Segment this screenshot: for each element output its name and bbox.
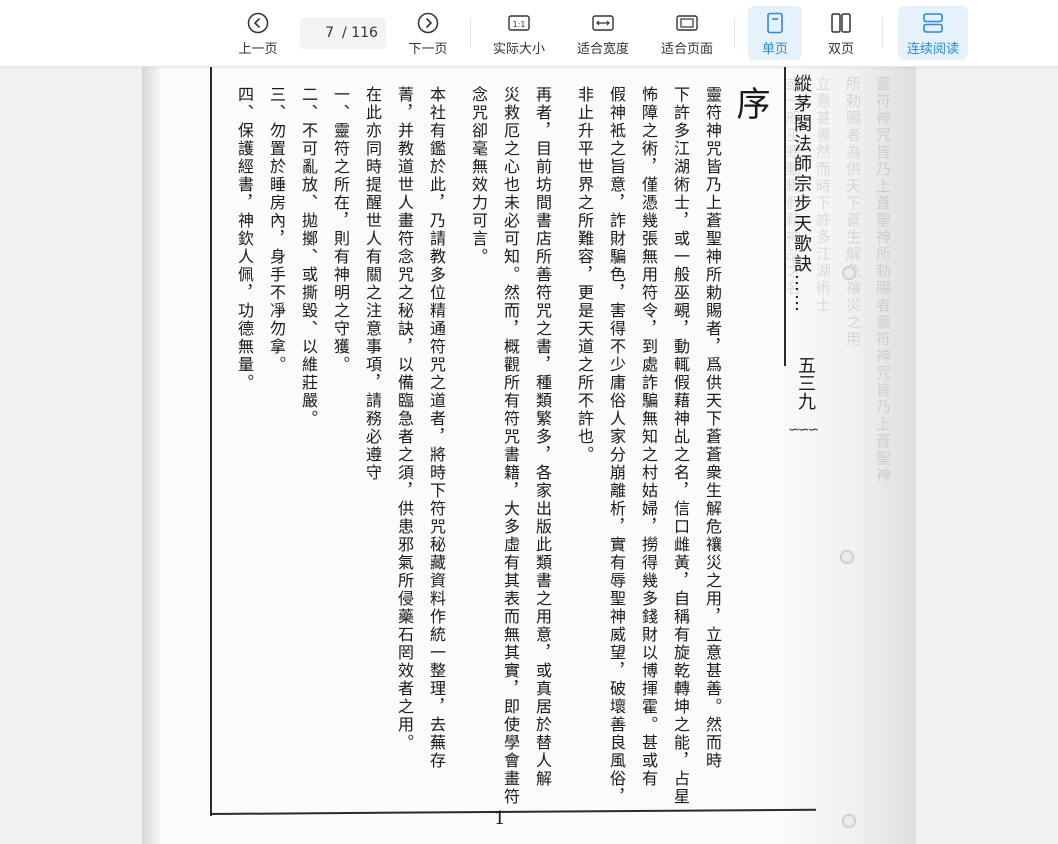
fit-page-label: 适合页面 bbox=[660, 41, 713, 57]
preface-body: 序 靈符神咒皆乃上蒼聖神所勅賜者，爲供天下蒼蒼衆生解危禳災之用，立意甚善。然而時… bbox=[228, 86, 770, 806]
toolbar-divider bbox=[470, 18, 471, 48]
paragraph-line: 本社有鑑於此，乃請教多位精通符咒之道者，將時下符咒秘藏資料作統一整理，去蕪存 bbox=[427, 86, 446, 770]
running-header: 縱茅閣法師宗步天歌訣…… bbox=[788, 74, 814, 314]
paragraph-line: 非止升平世界之所難容，更是天道之所不許也。 bbox=[575, 86, 594, 464]
running-header-dots: …… bbox=[791, 274, 812, 314]
page-frame-bottom bbox=[209, 808, 816, 815]
svg-text:1:1: 1:1 bbox=[513, 20, 526, 29]
document-viewer[interactable]: 靈符神咒皆乃上蒼聖神所勅賜者靈符神咒皆乃上蒼聖神 所勅賜者為供天下蒼生解危禳災之用… bbox=[0, 66, 1058, 844]
continuous-reading-button[interactable]: 连续阅读 bbox=[898, 6, 968, 60]
paragraph-line: 假神袛之旨意，詐財騙色，害得不少庸俗人家分崩離析，實有辱聖神威望，破壞善良風俗， bbox=[607, 86, 626, 806]
running-page-number: 五三九 bbox=[795, 356, 816, 410]
list-item: 二、不可亂放、拋擲、或撕毀、以維莊嚴。 bbox=[299, 86, 318, 428]
reader-toolbar: 上一页 7 / 116 下一页 1:1 实际大小 适合宽度 适合页面 单页 双页… bbox=[0, 0, 1058, 67]
paragraph-line: 災救厄之心也未必可知。然而，概觀所有符咒書籍，大多虛有其表而無其實，即使學會畫符 bbox=[501, 86, 520, 806]
continuous-scroll-icon bbox=[922, 10, 944, 36]
fit-page-button[interactable]: 适合页面 bbox=[652, 6, 722, 60]
fit-page-icon bbox=[676, 10, 698, 36]
actual-size-label: 实际大小 bbox=[492, 41, 545, 57]
punch-hole bbox=[842, 266, 856, 280]
actual-size-icon: 1:1 bbox=[508, 10, 530, 36]
current-page-input[interactable]: 7 bbox=[308, 25, 334, 41]
list-item: 四、保護經書，神欽人佩，功德無量。 bbox=[235, 86, 254, 392]
preface-title: 序 bbox=[730, 86, 770, 120]
punch-hole bbox=[842, 814, 856, 828]
page-edge-shadow bbox=[142, 66, 160, 844]
paragraph-line: 下許多江湖術士，或一般巫覡，動輒假藉神乩之名，信口雌黃，自稱有旋乾轉坤之能，占星 bbox=[671, 86, 690, 806]
paragraph-line: 再者，目前坊間書店所善符咒之書，種類繁多，各家出版此類書之用意，或真居於替人解 bbox=[533, 86, 552, 788]
paragraph-line: 念咒卻毫無效力可言。 bbox=[469, 86, 488, 266]
scanned-page: 靈符神咒皆乃上蒼聖神所勅賜者靈符神咒皆乃上蒼聖神 所勅賜者為供天下蒼生解危禳災之用… bbox=[142, 66, 916, 844]
single-page-label: 单页 bbox=[761, 41, 788, 57]
running-header-title: 縱茅閣法師宗步天歌訣 bbox=[791, 74, 812, 274]
double-page-icon bbox=[830, 10, 852, 36]
footer-page-number: 1 bbox=[494, 808, 506, 829]
next-page-label: 下一页 bbox=[408, 41, 448, 57]
chevron-left-circle-icon bbox=[247, 10, 269, 36]
double-page-label: 双页 bbox=[827, 41, 854, 57]
prev-page-label: 上一页 bbox=[238, 41, 278, 57]
list-item: 一、靈符之所在，則有神明之守獲。 bbox=[331, 86, 350, 374]
chevron-right-circle-icon bbox=[417, 10, 439, 36]
continuous-reading-label: 连续阅读 bbox=[906, 41, 959, 57]
fit-width-button[interactable]: 适合宽度 bbox=[568, 6, 638, 60]
punch-hole bbox=[840, 550, 854, 564]
header-rule bbox=[784, 66, 786, 366]
toolbar-divider bbox=[882, 18, 883, 48]
double-page-button[interactable]: 双页 bbox=[814, 6, 868, 60]
single-page-button[interactable]: 单页 bbox=[748, 6, 802, 60]
page-indicator: 7 / 116 bbox=[300, 17, 386, 49]
fit-width-icon bbox=[592, 10, 614, 36]
fit-width-label: 适合宽度 bbox=[576, 41, 629, 57]
toolbar-divider bbox=[734, 18, 735, 48]
paragraph-line: 菁，并教道世人畫符念咒之秘訣，以備臨急者之須，供患邪氣所侵藥石罔效者之用。 bbox=[395, 86, 414, 752]
paragraph-line: 怖障之術，僅憑幾張無用符令，到處詐騙無知之村姑婦，撈得幾多錢財以博揮霍。甚或有 bbox=[639, 86, 658, 788]
total-pages: / 116 bbox=[342, 25, 378, 41]
page-frame-left bbox=[210, 66, 212, 816]
actual-size-button[interactable]: 1:1 实际大小 bbox=[484, 6, 554, 60]
single-page-icon bbox=[765, 10, 785, 36]
paragraph-line: 在此亦同時提醒世人有關之注意事項，請務必遵守 bbox=[363, 86, 382, 482]
paragraph-line: 靈符神咒皆乃上蒼聖神所勅賜者，爲供天下蒼蒼衆生解危禳災之用，立意甚善。然而時 bbox=[703, 86, 722, 770]
ornament: ∽∽∽ bbox=[788, 422, 819, 438]
next-page-button[interactable]: 下一页 bbox=[398, 6, 458, 60]
list-item: 三、勿置於睡房內，身手不凈勿拿。 bbox=[267, 86, 286, 374]
prev-page-button[interactable]: 上一页 bbox=[228, 6, 288, 60]
